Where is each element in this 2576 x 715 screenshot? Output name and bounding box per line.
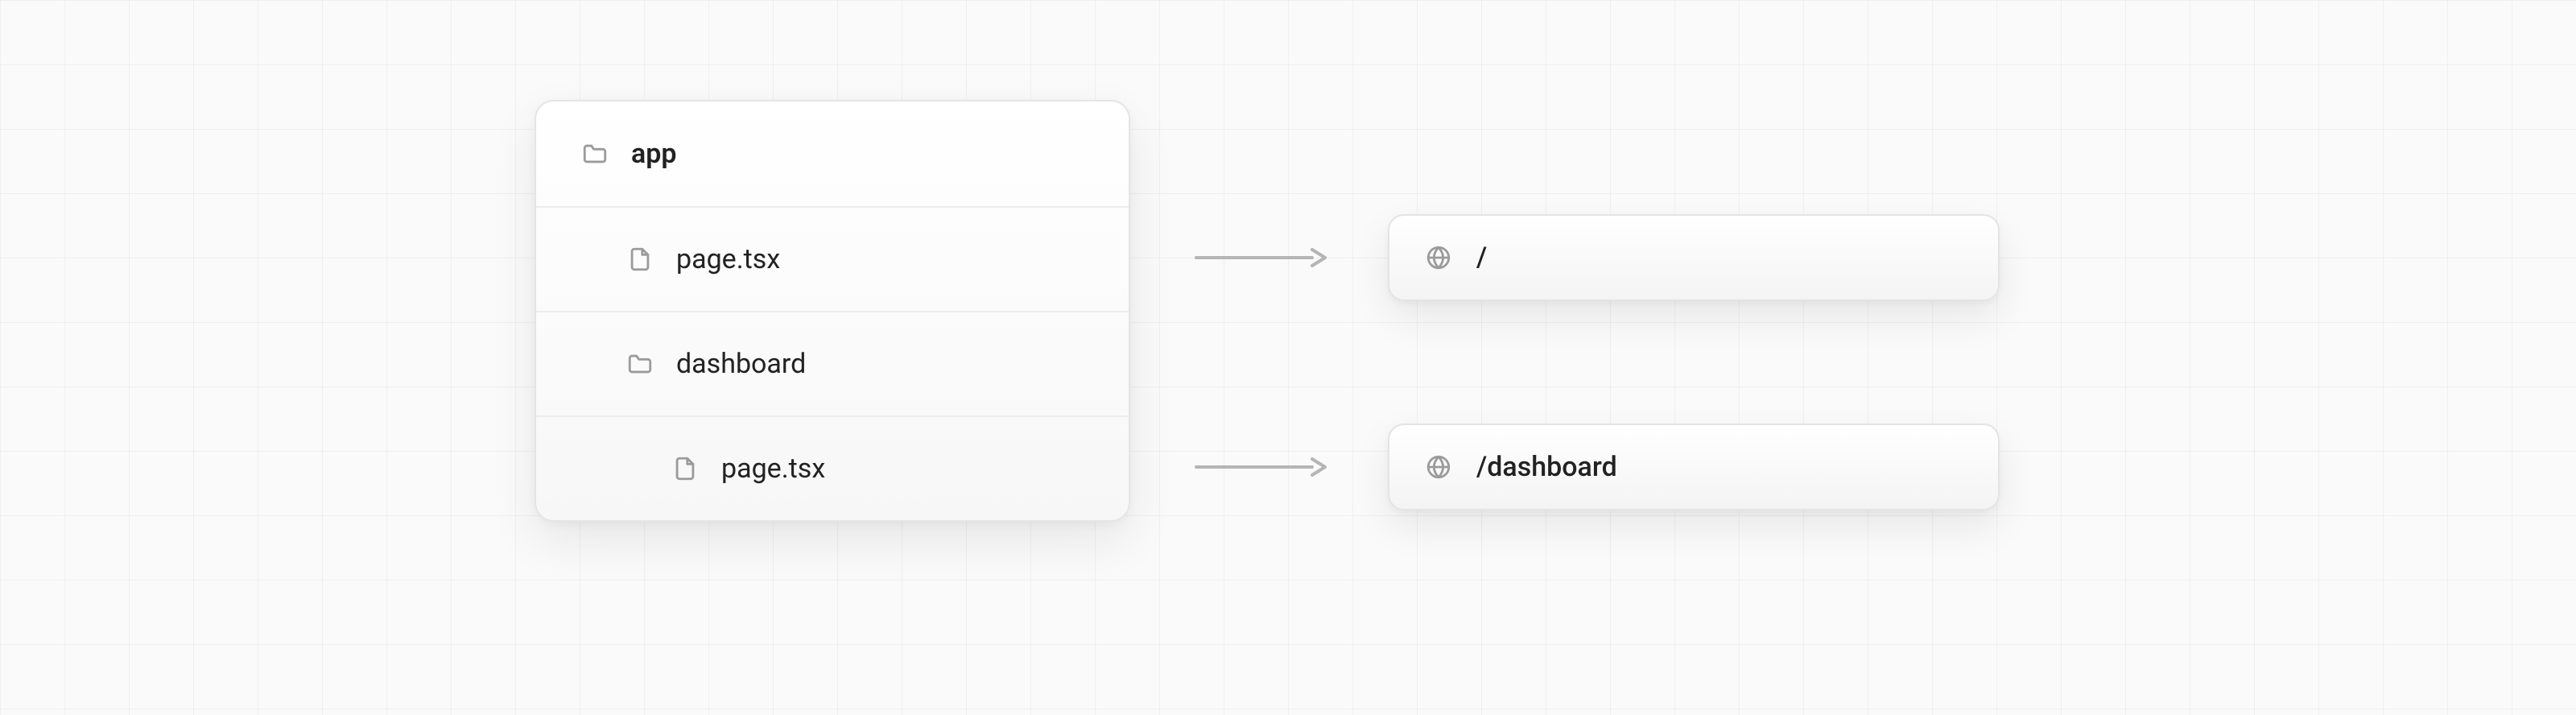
arrow-icon — [1191, 258, 1328, 259]
arrow-icon — [1191, 467, 1328, 469]
route-path: / — [1476, 242, 1487, 274]
tree-row: dashboard — [536, 311, 1129, 415]
file-icon — [671, 455, 699, 482]
tree-row-label: dashboard — [676, 348, 806, 380]
tree-row-label: page.tsx — [676, 243, 780, 275]
tree-row-label: app — [631, 138, 677, 170]
tree-row: page.tsx — [536, 206, 1129, 311]
route-path: /dashboard — [1476, 451, 1617, 483]
folder-icon — [626, 350, 654, 378]
file-tree-panel: app page.tsx dashboard — [535, 100, 1130, 522]
tree-row-root: app — [536, 101, 1129, 206]
globe-icon — [1425, 244, 1452, 271]
route-pill: /dashboard — [1388, 424, 2000, 510]
tree-row-label: page.tsx — [721, 453, 825, 485]
globe-icon — [1425, 453, 1452, 481]
folder-icon — [581, 140, 609, 167]
tree-row: page.tsx — [536, 415, 1129, 520]
file-icon — [626, 246, 654, 273]
background-grid — [0, 0, 2576, 715]
route-pill: / — [1388, 214, 2000, 301]
